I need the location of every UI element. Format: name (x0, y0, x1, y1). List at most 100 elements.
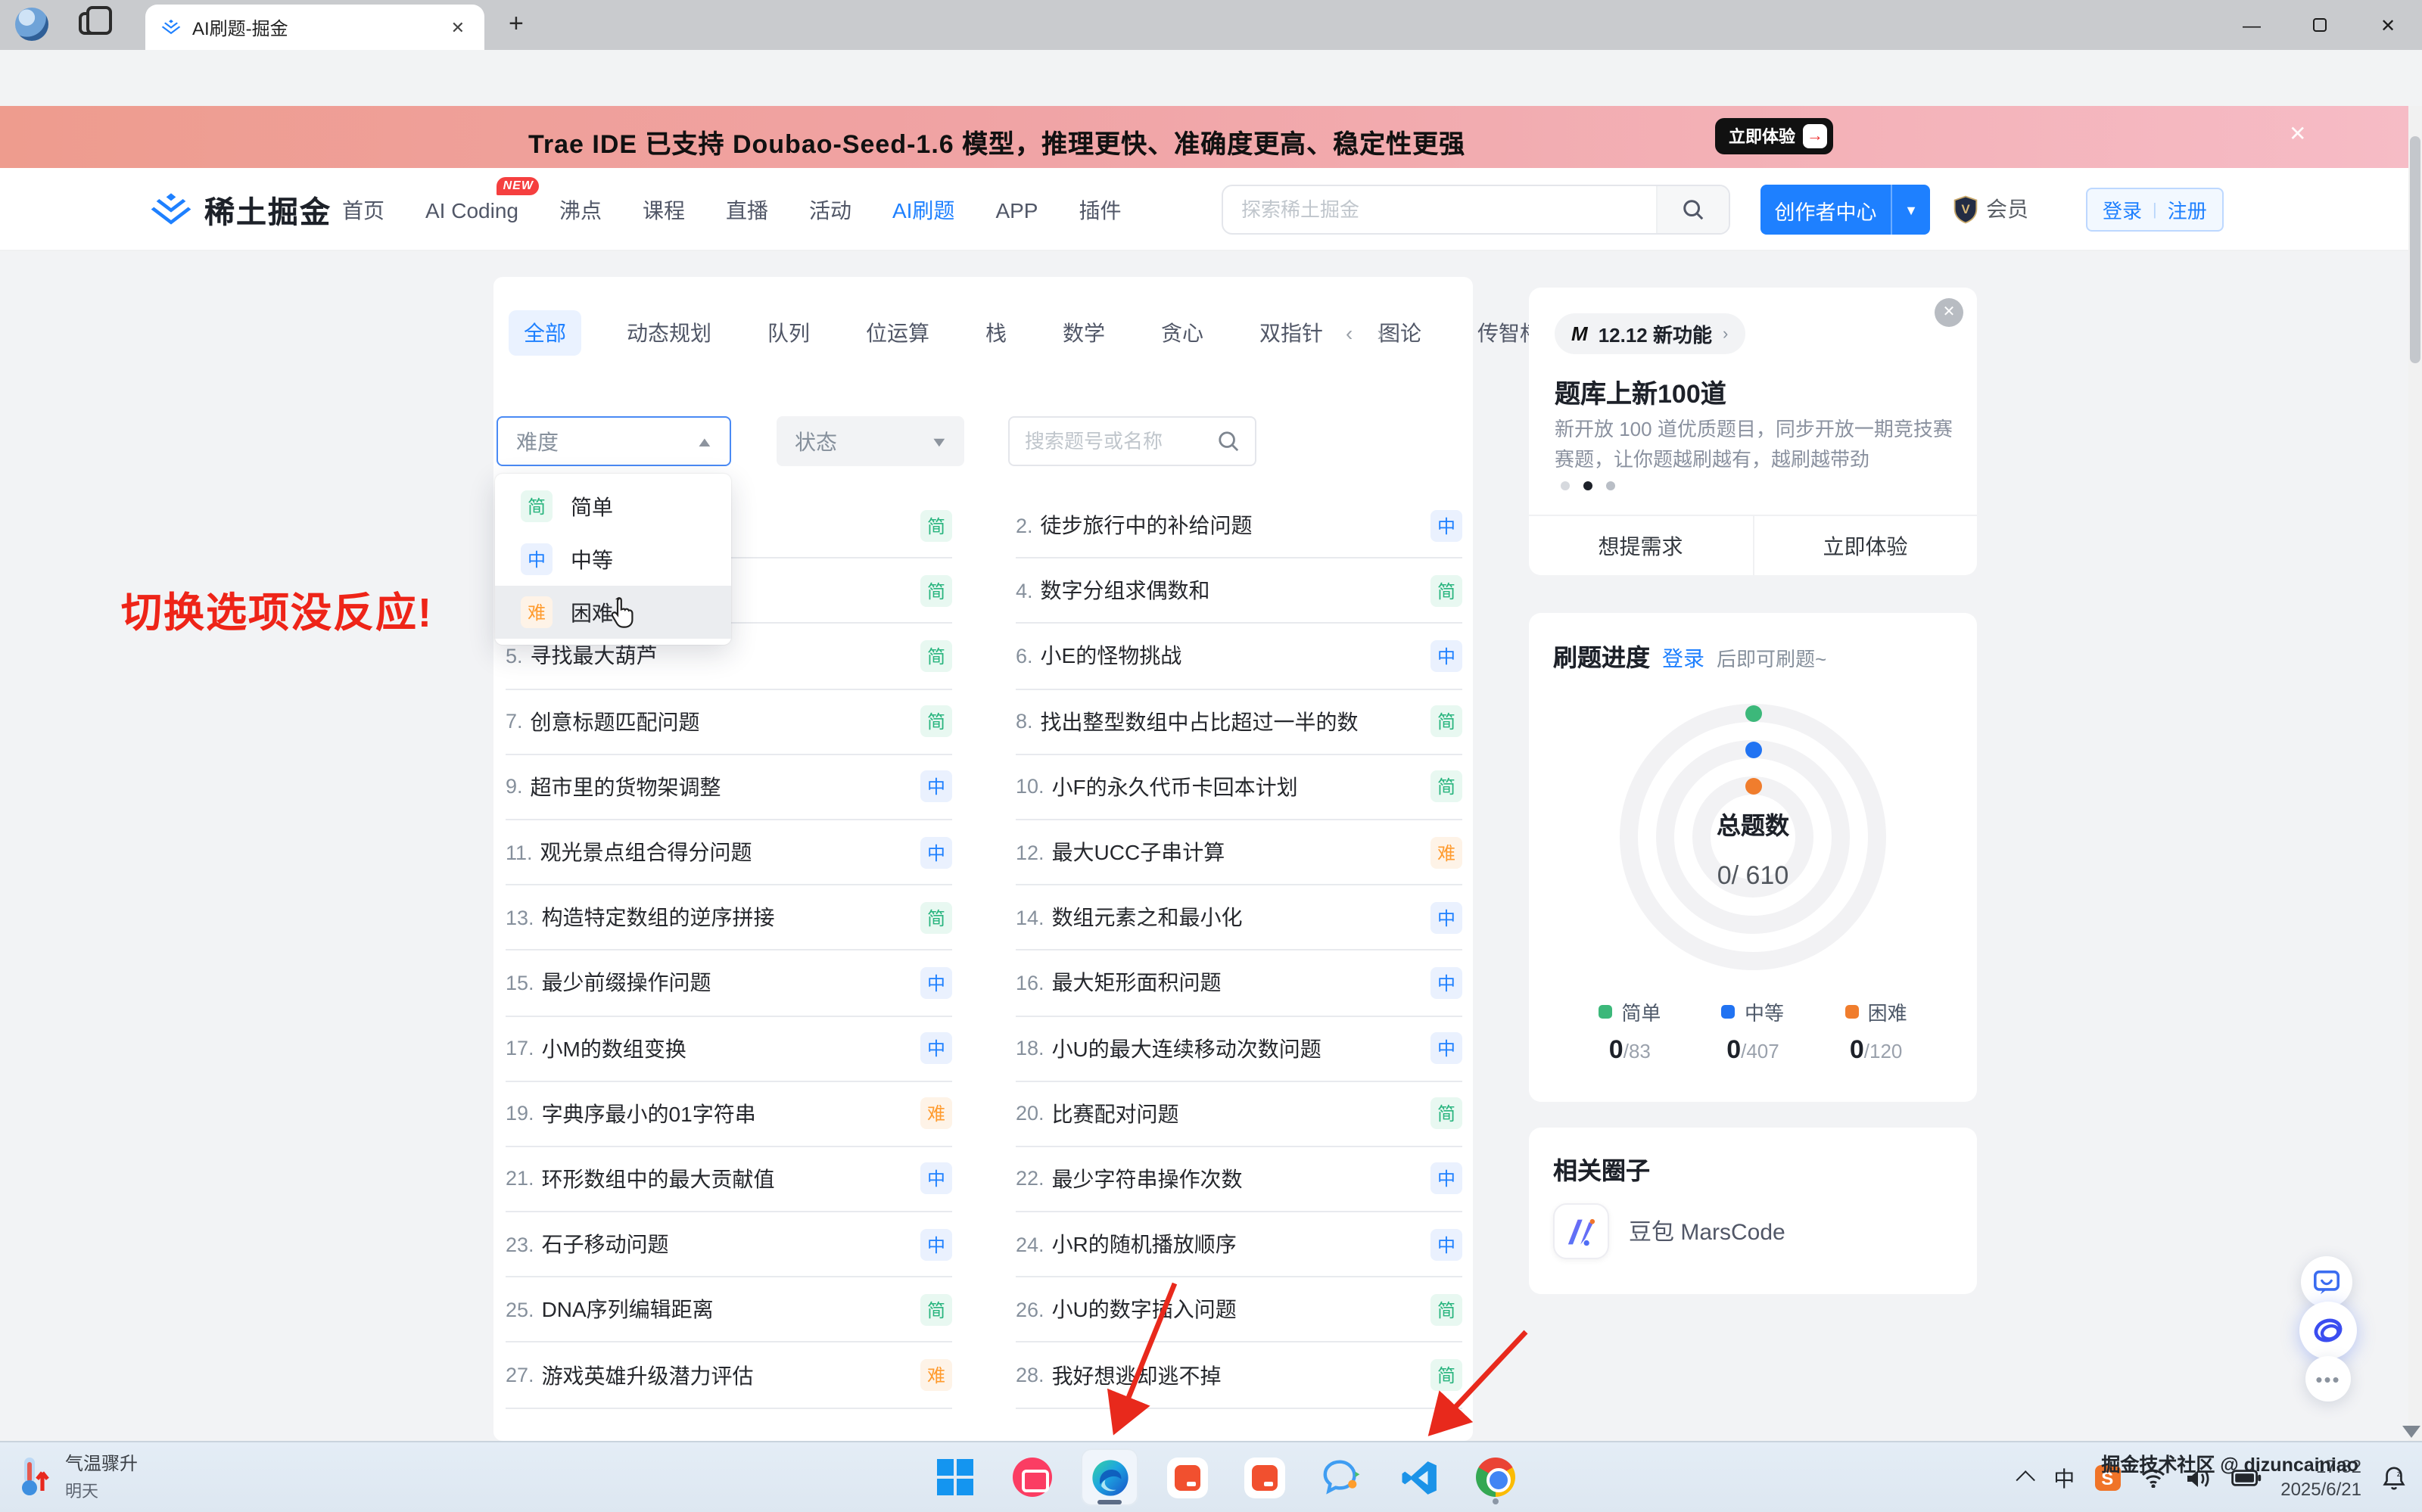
tab-close-icon[interactable]: ✕ (447, 17, 469, 37)
dropdown-option[interactable]: 简 简单 (495, 480, 731, 533)
category-tab[interactable]: 动态规划 (616, 310, 722, 356)
circle-item[interactable]: 豆包 MarsCode (1553, 1203, 1785, 1259)
problem-row[interactable]: 2. 徒步旅行中的补给问题 中 (1016, 493, 1462, 558)
difficulty-select[interactable]: 难度 ▲ (497, 416, 731, 466)
problem-row[interactable]: 12. 最大UCC子串计算 难 (1016, 820, 1462, 885)
tabs-next-icon[interactable]: › (1377, 321, 1384, 345)
nav-item[interactable]: 活动 (809, 194, 851, 225)
vip-entry[interactable]: V 会员 (1953, 194, 2028, 224)
more-widget[interactable]: ••• (2305, 1356, 2351, 1402)
red-app-1-icon[interactable] (1158, 1448, 1216, 1506)
ime-indicator[interactable]: 中 (2053, 1463, 2075, 1493)
edge-taskbar-icon[interactable] (1081, 1448, 1138, 1506)
carousel-dot[interactable] (1606, 481, 1615, 490)
status-select[interactable]: 状态 ▼ (777, 416, 964, 466)
legend-dot (1845, 1005, 1859, 1019)
problem-row[interactable]: 6. 小E的怪物挑战 中 (1016, 624, 1462, 689)
new-tab-button[interactable]: + (509, 9, 524, 39)
nav-item[interactable]: 直播 (726, 194, 768, 225)
promo-close-icon[interactable]: ✕ (1935, 298, 1963, 327)
problem-row[interactable]: 21. 环形数组中的最大贡献值 中 (506, 1147, 952, 1212)
search-icon[interactable] (1217, 430, 1240, 453)
problem-row[interactable]: 16. 最大矩形面积问题 中 (1016, 951, 1462, 1016)
scrollbar-down-icon[interactable] (2402, 1426, 2420, 1438)
scrollbar[interactable] (2408, 106, 2422, 1441)
problem-row[interactable]: 20. 比赛配对问题 简 (1016, 1081, 1462, 1146)
problem-row[interactable]: 7. 创意标题匹配问题 简 (506, 689, 952, 754)
login-link[interactable]: 登录 (1662, 643, 1704, 674)
tray-expand-icon[interactable] (2016, 1470, 2034, 1489)
red-app-2-icon[interactable] (1235, 1448, 1293, 1506)
nav-item[interactable]: 沸点 (559, 194, 602, 225)
problem-row[interactable]: 25. DNA序列编辑距离 简 (506, 1278, 952, 1343)
problem-row[interactable]: 15. 最少前缀操作问题 中 (506, 951, 952, 1016)
site-search-button[interactable] (1656, 186, 1729, 233)
problem-row[interactable]: 24. 小R的随机播放顺序 中 (1016, 1212, 1462, 1277)
problem-row[interactable]: 23. 石子移动问题 中 (506, 1212, 952, 1277)
nav-item[interactable]: APP (995, 198, 1038, 222)
feedback-widget[interactable] (2301, 1256, 2352, 1308)
banner-close-icon[interactable]: ✕ (2289, 121, 2306, 147)
problem-row[interactable]: 11. 观光景点组合得分问题 中 (506, 820, 952, 885)
category-tab[interactable]: 贪心 (1150, 310, 1214, 356)
problem-row[interactable]: 8. 找出整型数组中占比超过一半的数 简 (1016, 689, 1462, 754)
tabs-prev-icon[interactable]: ‹ (1346, 321, 1353, 345)
camera-app-icon[interactable] (1004, 1448, 1061, 1506)
start-button[interactable] (926, 1448, 984, 1506)
creator-center-button[interactable]: 创作者中心 ▼ (1760, 185, 1930, 235)
category-tab[interactable]: 位运算 (855, 310, 940, 356)
problem-row[interactable]: 4. 数字分组求偶数和 简 (1016, 558, 1462, 624)
vip-badge-icon: V (1953, 194, 1978, 223)
category-tab[interactable]: 双指针 (1249, 310, 1334, 356)
problem-row[interactable]: 13. 构造特定数组的逆序拼接 简 (506, 885, 952, 950)
problem-row[interactable]: 9. 超市里的货物架调整 中 (506, 755, 952, 820)
difficulty-badge: 难 (1430, 836, 1462, 868)
browser-tab[interactable]: AI刷题-掘金 ✕ (145, 5, 484, 50)
window-minimize-button[interactable]: — (2218, 0, 2286, 50)
window-maximize-button[interactable] (2286, 0, 2354, 50)
browser-profile-avatar[interactable] (15, 8, 48, 41)
category-tab[interactable]: 栈 (975, 310, 1017, 356)
chevron-down-icon[interactable]: ▼ (1891, 185, 1930, 235)
try-now-button[interactable]: 立即体验 (1752, 516, 1977, 575)
category-tab[interactable]: 全部 (509, 310, 581, 356)
notification-bell-icon[interactable]: z (2381, 1465, 2407, 1491)
nav-item[interactable]: AI刷题 (892, 194, 954, 225)
problem-row[interactable]: 17. 小M的数组变换 中 (506, 1016, 952, 1081)
problem-row[interactable]: 19. 字典序最小的01字符串 难 (506, 1081, 952, 1146)
problem-row[interactable]: 18. 小U的最大连续移动次数问题 中 (1016, 1016, 1462, 1081)
problem-row[interactable]: 14. 数组元素之和最小化 中 (1016, 885, 1462, 950)
window-close-button[interactable]: ✕ (2354, 0, 2422, 50)
nav-item[interactable]: AI Coding NEW (425, 198, 518, 222)
progress-legend: 简单 0/83 中等 0/407 困难 (1529, 997, 1977, 1066)
chat-app-icon[interactable] (1312, 1448, 1370, 1506)
carousel-dots[interactable] (1561, 481, 1615, 490)
category-tab[interactable]: 数学 (1052, 310, 1116, 356)
ai-assistant-widget[interactable] (2299, 1302, 2357, 1359)
site-search-input[interactable] (1223, 186, 1656, 233)
scrollbar-thumb[interactable] (2410, 136, 2420, 363)
taskbar-weather[interactable]: 气温骤升 明天 (18, 1450, 138, 1503)
problem-row[interactable]: 28. 我好想逃却逃不掉 简 (1016, 1343, 1462, 1408)
carousel-dot-active[interactable] (1583, 481, 1592, 490)
chrome-taskbar-icon[interactable] (1467, 1448, 1524, 1506)
problem-row[interactable]: 26. 小U的数字插入问题 简 (1016, 1278, 1462, 1343)
login-register-button[interactable]: 登录 | 注册 (2086, 188, 2224, 232)
promo-tag-pill[interactable]: M 12.12 新功能 › (1555, 313, 1745, 354)
problem-row[interactable]: 10. 小F的永久代币卡回本计划 简 (1016, 755, 1462, 820)
dropdown-option[interactable]: 中 中等 (495, 533, 731, 586)
legend-dot (1722, 1005, 1736, 1019)
nav-item[interactable]: 课程 (643, 194, 685, 225)
nav-item[interactable]: 首页 (342, 194, 384, 225)
nav-item[interactable]: 插件 (1079, 194, 1121, 225)
category-tab[interactable]: 队列 (757, 310, 820, 356)
workspaces-icon[interactable] (79, 12, 98, 35)
problem-row[interactable]: 22. 最少字符串操作次数 中 (1016, 1147, 1462, 1212)
banner-cta-button[interactable]: 立即体验 → (1715, 118, 1833, 154)
juejin-logo[interactable]: 稀土掘金 (148, 188, 332, 232)
feedback-button[interactable]: 想提需求 (1529, 516, 1752, 575)
vscode-icon[interactable] (1390, 1448, 1447, 1506)
problem-search-input[interactable] (1025, 430, 1217, 453)
carousel-dot[interactable] (1561, 481, 1570, 490)
problem-row[interactable]: 27. 游戏英雄升级潜力评估 难 (506, 1343, 952, 1408)
